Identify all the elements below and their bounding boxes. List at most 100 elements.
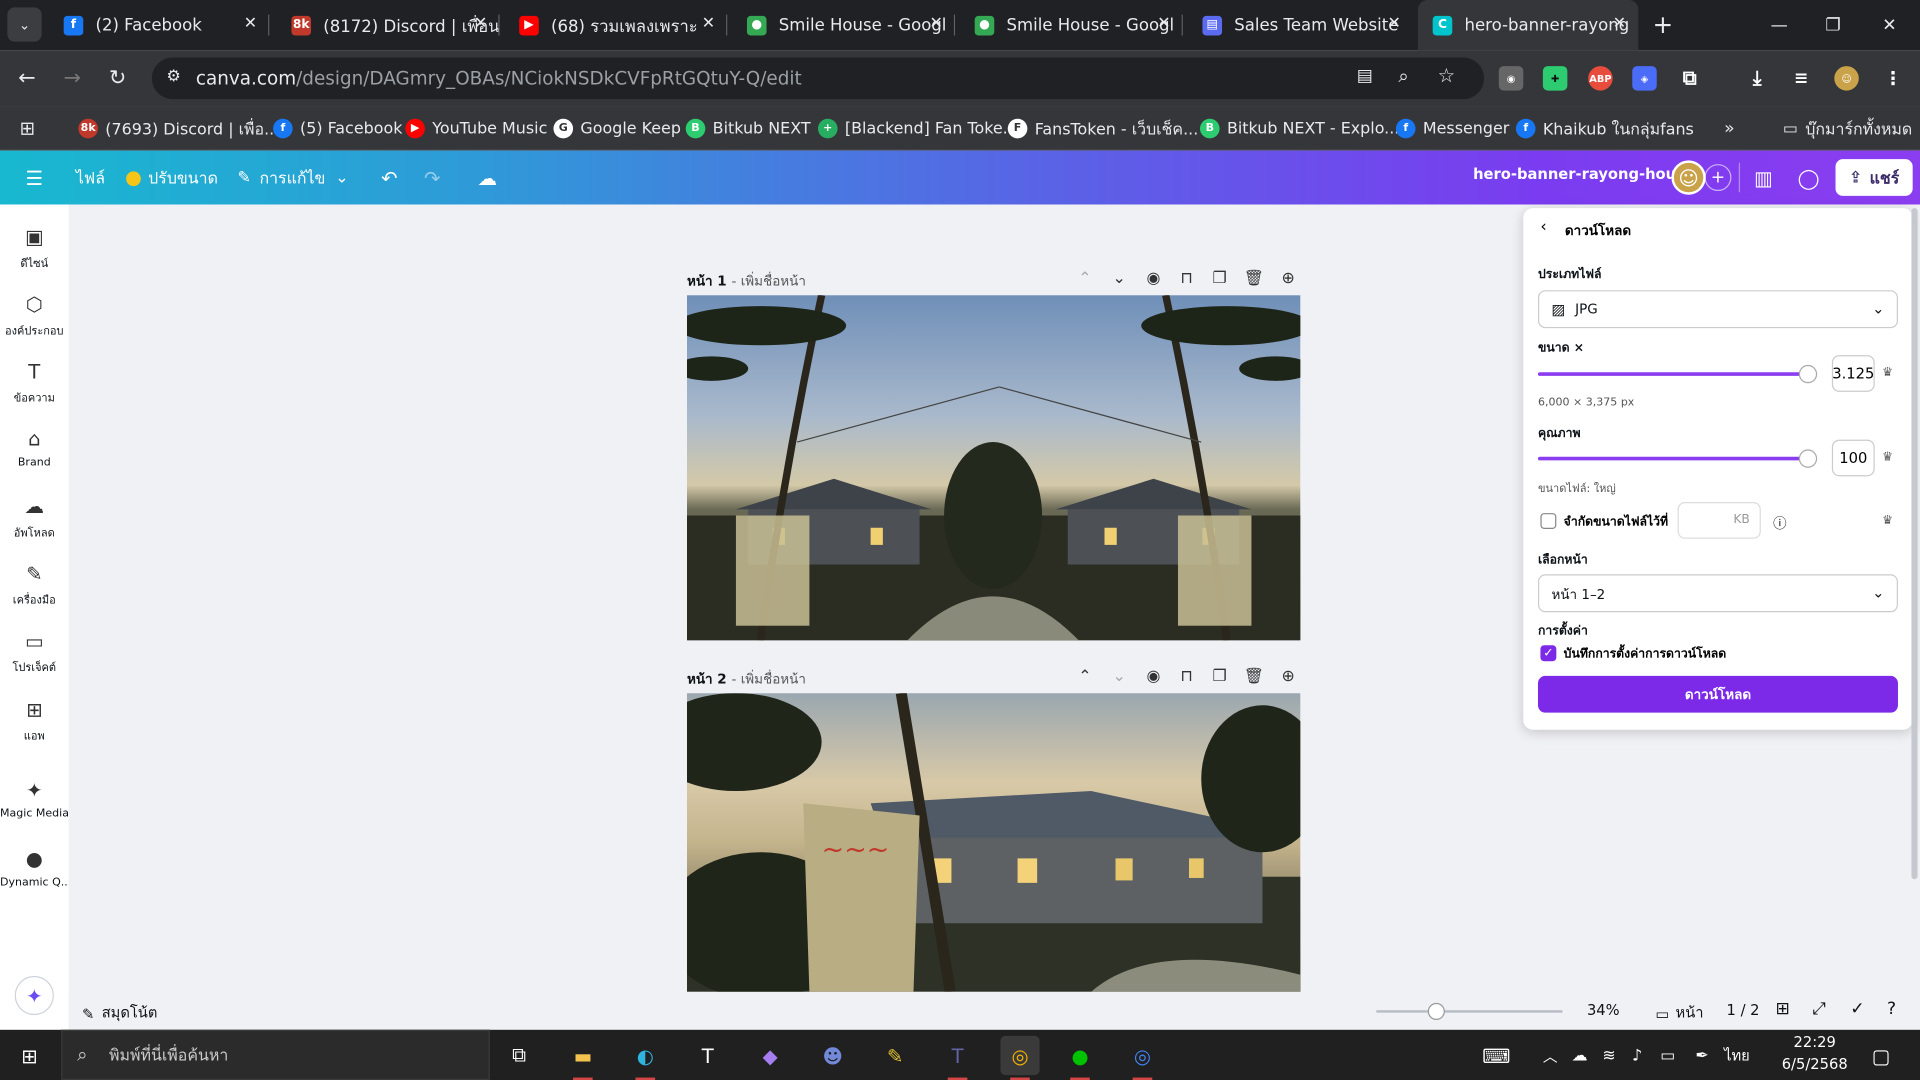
quality-slider-knob[interactable] xyxy=(1798,449,1818,468)
language-indicator[interactable]: ไทย xyxy=(1724,1044,1750,1067)
close-tab-icon[interactable]: ✕ xyxy=(1157,15,1170,33)
reload-icon[interactable]: ↻ xyxy=(100,61,134,95)
bookmark-item[interactable]: f Messenger xyxy=(1395,116,1509,140)
limit-size-input[interactable]: KB xyxy=(1677,502,1761,539)
close-tab-icon[interactable]: ✕ xyxy=(702,15,715,33)
undo-icon[interactable]: ↶ xyxy=(372,160,406,194)
browser-tab[interactable]: 8k (8172) Discord | เพื่อน ✕ xyxy=(277,0,500,50)
apps-grid-icon[interactable]: ⊞ xyxy=(20,116,35,140)
cloud-save-icon[interactable]: ☁ xyxy=(470,160,504,194)
bookmark-item[interactable]: + [Blackend] Fan Toke... xyxy=(817,116,1018,140)
url-text[interactable]: canva.com/design/DAGmry_OBAs/NCiokNSDkCV… xyxy=(196,67,802,89)
rail-item-upload[interactable]: ☁ อัพโหลด xyxy=(0,493,69,541)
size-value-input[interactable]: 3.125 xyxy=(1831,355,1875,392)
grid-view-icon[interactable]: ⊞ xyxy=(1776,999,1790,1019)
duplicate-page-icon[interactable]: ❐ xyxy=(1207,266,1231,290)
browser-tab[interactable]: ▤ Sales Team Website ✕ xyxy=(1188,0,1413,50)
fullscreen-icon[interactable]: ⤢ xyxy=(1812,999,1826,1019)
bookmark-item[interactable]: ▶ YouTube Music xyxy=(405,116,547,140)
zoom-slider[interactable] xyxy=(1376,1010,1563,1013)
magic-assistant-icon[interactable]: ✦ xyxy=(14,975,54,1016)
clock-date[interactable]: 6/5/2568 xyxy=(1771,1056,1859,1073)
browser-tab[interactable]: f (2) Facebook ✕ xyxy=(49,0,270,50)
meet-extension-icon[interactable]: ◈ xyxy=(1632,66,1657,91)
move-page-down-icon[interactable]: ⌄ xyxy=(1107,266,1131,290)
back-arrow-icon[interactable]: ← xyxy=(10,61,44,95)
task-view-icon[interactable]: ⧉ xyxy=(500,1036,539,1075)
size-slider-knob[interactable] xyxy=(1798,364,1818,384)
bitkub-extension-icon[interactable]: ✚ xyxy=(1542,66,1568,91)
bookmark-item[interactable]: B Bitkub NEXT - Explo... xyxy=(1200,116,1399,140)
move-page-up-icon[interactable]: ⌃ xyxy=(1073,266,1097,290)
hide-page-icon[interactable]: ◉ xyxy=(1141,266,1165,290)
pen-icon[interactable]: ✒ xyxy=(1682,1036,1721,1075)
quality-value-input[interactable]: 100 xyxy=(1831,439,1875,477)
help-icon[interactable]: ? xyxy=(1887,999,1896,1019)
browser-tab[interactable]: ▶ (68) รวมเพลงเพราะ ✕ xyxy=(504,0,728,50)
resize-menu[interactable]: ปรับขนาด xyxy=(126,165,218,191)
minimize-icon[interactable]: — xyxy=(1751,0,1807,50)
pages-button[interactable]: ▭ หน้า xyxy=(1656,1002,1704,1025)
file-menu[interactable]: ไฟล์ xyxy=(76,165,105,191)
duplicate-page-icon[interactable]: ❐ xyxy=(1207,664,1231,688)
close-tab-icon[interactable]: ✕ xyxy=(1613,15,1626,33)
workspace-scrollbar[interactable] xyxy=(1911,208,1918,880)
file-explorer-icon[interactable]: ▬ xyxy=(563,1036,602,1080)
hamburger-menu-icon[interactable]: ☰ xyxy=(17,160,51,194)
redo-icon[interactable]: ↷ xyxy=(415,160,449,194)
rail-item-design[interactable]: ▣ ดีไซน์ xyxy=(0,224,69,272)
delete-page-icon[interactable]: 🗑 xyxy=(1242,664,1266,688)
notes-button[interactable]: ✎ สมุดโน้ต xyxy=(82,1002,157,1025)
tool-icon[interactable]: ✎ xyxy=(876,1036,915,1075)
bookmark-item[interactable]: 8k (7693) Discord | เพื่อ... xyxy=(78,116,279,140)
tab-search-chevron-icon[interactable]: ⌄ xyxy=(7,7,42,42)
zoom-level[interactable]: 34% xyxy=(1587,1002,1620,1019)
chrome-profile-icon[interactable]: ◎ xyxy=(1123,1036,1162,1080)
add-page-icon[interactable]: ⊕ xyxy=(1276,266,1300,290)
restore-icon[interactable]: ❐ xyxy=(1805,0,1861,50)
lock-page-icon[interactable]: ⊓ xyxy=(1174,664,1198,688)
teams-icon[interactable]: T xyxy=(938,1036,977,1080)
close-tab-icon[interactable]: ✕ xyxy=(244,15,257,33)
taskbar-search[interactable]: ⌕ พิมพ์ที่นี่เพื่อค้นหา xyxy=(61,1029,490,1080)
windows-start-icon[interactable]: ⊞ xyxy=(10,1036,49,1075)
select-pages-dropdown[interactable]: หน้า 1–2 ⌄ xyxy=(1537,574,1898,613)
profile-avatar-icon[interactable]: ☺ xyxy=(1834,66,1859,91)
rail-item-brand[interactable]: ⌂ Brand xyxy=(0,426,69,469)
page-2-canvas[interactable]: ~~~ xyxy=(686,693,1301,992)
move-page-up-icon[interactable]: ⌃ xyxy=(1073,664,1097,688)
zoom-slider-knob[interactable] xyxy=(1427,1002,1445,1021)
browser-menu-icon[interactable]: ⋮ xyxy=(1881,66,1905,90)
bookmark-item[interactable]: F FansToken - เว็บเช็ค... xyxy=(1007,116,1198,140)
design-title[interactable]: hero-banner-rayong-house xyxy=(1473,165,1695,182)
comment-icon[interactable]: ◯ xyxy=(1791,160,1825,194)
address-bar[interactable]: ⚙ canva.com/design/DAGmry_OBAs/NCiokNSDk… xyxy=(151,57,1485,100)
size-slider[interactable] xyxy=(1537,372,1808,376)
close-tab-icon[interactable]: ✕ xyxy=(1387,15,1400,33)
new-tab-plus-icon[interactable]: + xyxy=(1646,7,1680,41)
check-circle-icon[interactable]: ✓ xyxy=(1850,999,1864,1019)
zoom-icon[interactable]: ⌕ xyxy=(1398,65,1408,87)
tradingview-icon[interactable]: T xyxy=(688,1036,727,1075)
rail-item-qr[interactable]: ● Dynamic Q... xyxy=(0,846,69,889)
add-collaborator-plus-icon[interactable]: + xyxy=(1704,164,1732,192)
discord-icon[interactable]: ☻ xyxy=(813,1036,852,1075)
quality-slider[interactable] xyxy=(1537,456,1808,461)
clock-time[interactable]: 22:29 xyxy=(1778,1033,1851,1050)
delete-page-icon[interactable]: 🗑 xyxy=(1242,266,1266,290)
bookmark-star-icon[interactable]: ☆ xyxy=(1438,64,1456,87)
all-bookmarks-folder[interactable]: ▭ บุ๊กมาร์กทั้งหมด xyxy=(1783,116,1912,140)
site-info-icon[interactable]: ⚙ xyxy=(167,67,181,85)
chrome-icon[interactable]: ◎ xyxy=(1000,1035,1040,1080)
bookmark-item[interactable]: f (5) Facebook xyxy=(273,116,402,140)
edge-icon[interactable]: ◐ xyxy=(626,1036,665,1080)
rail-item-text[interactable]: T ข้อความ xyxy=(0,359,69,407)
info-icon[interactable]: ⓘ xyxy=(1773,513,1786,533)
user-avatar[interactable]: ☺ xyxy=(1671,160,1706,195)
limit-size-checkbox[interactable] xyxy=(1540,513,1557,529)
keyboard-icon[interactable]: ⌨ xyxy=(1477,1036,1516,1075)
browser-tab[interactable]: ● Smile House - Googl ✕ xyxy=(732,0,956,50)
rail-item-draw[interactable]: ✎ เครื่องมือ xyxy=(0,561,69,609)
downloads-icon[interactable]: ⤓ xyxy=(1745,66,1769,90)
close-tab-icon[interactable]: ✕ xyxy=(474,15,487,33)
